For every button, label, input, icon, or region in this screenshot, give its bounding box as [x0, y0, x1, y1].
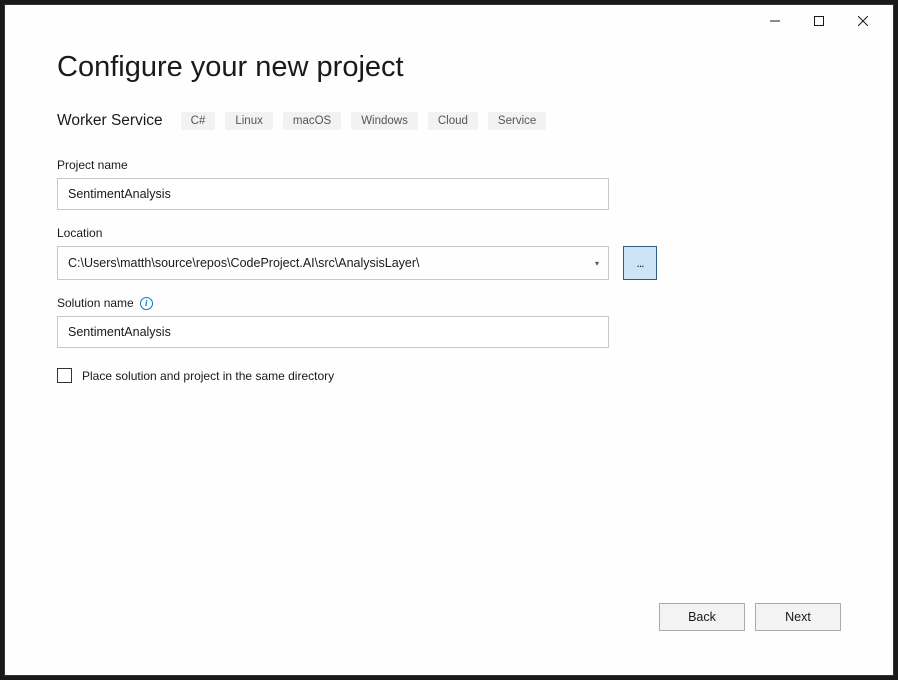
minimize-icon	[770, 16, 780, 26]
next-button[interactable]: Next	[755, 603, 841, 631]
footer: Back Next	[5, 603, 893, 675]
info-icon[interactable]: i	[140, 297, 153, 310]
page-title: Configure your new project	[57, 51, 841, 84]
same-directory-label: Place solution and project in the same d…	[82, 369, 334, 383]
tag-cloud: Cloud	[428, 112, 478, 130]
solution-name-label-text: Solution name	[57, 296, 134, 310]
tag-linux: Linux	[225, 112, 273, 130]
location-combobox[interactable]: C:\Users\matth\source\repos\CodeProject.…	[57, 246, 609, 280]
template-name: Worker Service	[57, 112, 163, 130]
solution-name-group: Solution name i	[57, 296, 841, 348]
maximize-button[interactable]	[797, 7, 841, 35]
browse-button[interactable]: ...	[623, 246, 657, 280]
tag-macos: macOS	[283, 112, 341, 130]
dialog-window: Configure your new project Worker Servic…	[4, 4, 894, 676]
titlebar	[5, 5, 893, 37]
content-area: Configure your new project Worker Servic…	[5, 37, 893, 603]
template-info-row: Worker Service C# Linux macOS Windows Cl…	[57, 112, 841, 130]
back-button[interactable]: Back	[659, 603, 745, 631]
minimize-button[interactable]	[753, 7, 797, 35]
tag-windows: Windows	[351, 112, 418, 130]
location-group: Location C:\Users\matth\source\repos\Cod…	[57, 226, 841, 280]
chevron-down-icon: ▾	[586, 247, 608, 279]
solution-name-label: Solution name i	[57, 296, 841, 310]
same-directory-row: Place solution and project in the same d…	[57, 368, 841, 383]
solution-name-input[interactable]	[57, 316, 609, 348]
tag-service: Service	[488, 112, 546, 130]
maximize-icon	[814, 16, 824, 26]
location-row: C:\Users\matth\source\repos\CodeProject.…	[57, 246, 841, 280]
project-name-input[interactable]	[57, 178, 609, 210]
close-button[interactable]	[841, 7, 885, 35]
tag-csharp: C#	[181, 112, 216, 130]
location-label: Location	[57, 226, 841, 240]
same-directory-checkbox[interactable]	[57, 368, 72, 383]
project-name-label: Project name	[57, 158, 841, 172]
project-name-group: Project name	[57, 158, 841, 210]
close-icon	[858, 16, 868, 26]
location-value: C:\Users\matth\source\repos\CodeProject.…	[68, 256, 586, 270]
